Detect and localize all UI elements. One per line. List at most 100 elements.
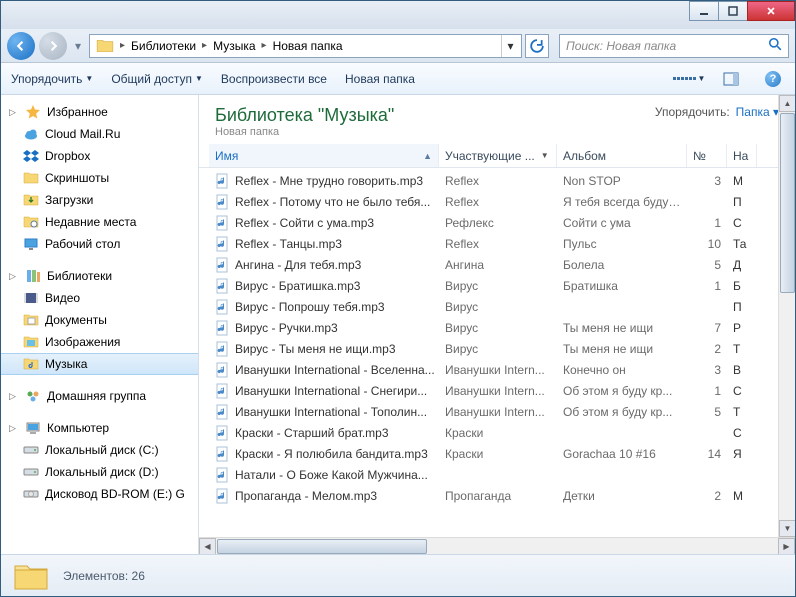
vertical-scrollbar[interactable]: ▲ ▼ xyxy=(778,95,795,537)
sidebar-libraries[interactable]: ▷ Библиотеки xyxy=(1,265,198,287)
file-row[interactable]: Reflex - Танцы.mp3ReflexПульс10Та xyxy=(209,233,785,254)
file-artist: Ангина xyxy=(439,258,557,272)
sidebar-item-bdrom[interactable]: Дисковод BD-ROM (E:) G xyxy=(1,483,198,505)
history-dropdown[interactable]: ▾ xyxy=(71,36,85,56)
sidebar-item-videos[interactable]: Видео xyxy=(1,287,198,309)
sidebar-homegroup[interactable]: ▷ Домашняя группа xyxy=(1,385,198,407)
file-name: Иванушки International - Снегири... xyxy=(209,383,439,399)
sidebar-item-pictures[interactable]: Изображения xyxy=(1,331,198,353)
address-dropdown[interactable]: ▾ xyxy=(501,35,519,57)
column-name[interactable]: Имя▲ xyxy=(209,144,439,167)
preview-pane-icon xyxy=(723,72,739,86)
sidebar-item-downloads[interactable]: Загрузки xyxy=(1,189,198,211)
scroll-right-button[interactable]: ▶ xyxy=(778,538,795,555)
content-pane: Библиотека "Музыка" Новая папка Упорядоч… xyxy=(199,95,795,554)
file-track-number: 1 xyxy=(687,279,727,293)
file-album: Конечно он xyxy=(557,363,687,377)
file-row[interactable]: Иванушки International - Тополин...Ивану… xyxy=(209,401,785,422)
file-row[interactable]: Краски - Я полюбила бандита.mp3КраскиGor… xyxy=(209,443,785,464)
scroll-thumb[interactable] xyxy=(217,539,427,554)
scroll-down-button[interactable]: ▼ xyxy=(779,520,795,537)
file-row[interactable]: Reflex - Мне трудно говорить.mp3ReflexNo… xyxy=(209,170,785,191)
breadcrumb[interactable]: Музыка xyxy=(209,35,259,57)
sidebar-item-cloudmail[interactable]: Cloud Mail.Ru xyxy=(1,123,198,145)
file-row[interactable]: Вирус - Ручки.mp3ВирусТы меня не ищи7Р xyxy=(209,317,785,338)
file-row[interactable]: Пропаганда - Мелом.mp3ПропагандаДетки2М xyxy=(209,485,785,506)
file-row[interactable]: Вирус - Братишка.mp3ВирусБратишка1Б xyxy=(209,275,785,296)
file-artist: Reflex xyxy=(439,195,557,209)
column-artist[interactable]: Участвующие ...▼ xyxy=(439,144,557,167)
music-icon xyxy=(23,356,39,372)
arrange-by-button[interactable]: Папка ▾ xyxy=(736,105,779,119)
sidebar-item-documents[interactable]: Документы xyxy=(1,309,198,331)
sidebar-computer[interactable]: ▷ Компьютер xyxy=(1,417,198,439)
file-title: Т xyxy=(727,342,757,356)
file-row[interactable]: Вирус - Ты меня не ищи.mp3ВирусТы меня н… xyxy=(209,338,785,359)
scroll-up-button[interactable]: ▲ xyxy=(779,95,795,112)
play-all-button[interactable]: Воспроизвести все xyxy=(221,72,327,86)
sidebar-item-screenshots[interactable]: Скриншоты xyxy=(1,167,198,189)
horizontal-scrollbar[interactable]: ◀ ▶ xyxy=(199,537,795,554)
titlebar xyxy=(1,1,795,29)
close-button[interactable] xyxy=(747,1,795,21)
refresh-button[interactable] xyxy=(525,34,549,58)
file-track-number: 3 xyxy=(687,174,727,188)
file-row[interactable]: Вирус - Попрошу тебя.mp3ВирусП xyxy=(209,296,785,317)
column-album[interactable]: Альбом xyxy=(557,144,687,167)
music-file-icon xyxy=(215,320,231,336)
scroll-thumb[interactable] xyxy=(780,113,795,293)
sidebar-item-drive-d[interactable]: Локальный диск (D:) xyxy=(1,461,198,483)
file-row[interactable]: Натали - О Боже Какой Мужчина... xyxy=(209,464,785,485)
file-row[interactable]: Reflex - Потому что не было тебя...Refle… xyxy=(209,191,785,212)
breadcrumb[interactable]: Библиотеки xyxy=(127,35,200,57)
scroll-left-button[interactable]: ◀ xyxy=(199,538,216,555)
cloud-icon xyxy=(23,126,39,142)
file-row[interactable]: Краски - Старший брат.mp3КраскиС xyxy=(209,422,785,443)
sidebar-item-music[interactable]: Музыка xyxy=(1,353,198,375)
sidebar-item-drive-c[interactable]: Локальный диск (C:) xyxy=(1,439,198,461)
column-title[interactable]: На xyxy=(727,144,757,167)
sidebar-favorites[interactable]: ▷ Избранное xyxy=(1,101,198,123)
file-row[interactable]: Reflex - Сойти с ума.mp3РефлексСойти с у… xyxy=(209,212,785,233)
file-artist: Рефлекс xyxy=(439,216,557,230)
libraries-icon xyxy=(25,268,41,284)
minimize-button[interactable] xyxy=(689,1,719,21)
file-track-number: 1 xyxy=(687,216,727,230)
organize-button[interactable]: Упорядочить ▼ xyxy=(11,72,93,86)
file-row[interactable]: Иванушки International - Вселенна...Иван… xyxy=(209,359,785,380)
pictures-icon xyxy=(23,334,39,350)
search-input[interactable]: Поиск: Новая папка xyxy=(559,34,789,58)
library-subtitle: Новая папка xyxy=(215,126,394,138)
homegroup-icon xyxy=(25,388,41,404)
file-name: Reflex - Сойти с ума.mp3 xyxy=(209,215,439,231)
back-button[interactable] xyxy=(7,32,35,60)
preview-pane-button[interactable] xyxy=(719,68,743,90)
file-name: Вирус - Попрошу тебя.mp3 xyxy=(209,299,439,315)
breadcrumb[interactable]: Новая папка xyxy=(269,35,347,57)
column-track-number[interactable]: № xyxy=(687,144,727,167)
file-track-number: 7 xyxy=(687,321,727,335)
file-title: М xyxy=(727,174,757,188)
disc-icon xyxy=(23,486,39,502)
file-title: Та xyxy=(727,237,757,251)
arrange-by-label: Упорядочить: xyxy=(655,105,730,119)
forward-button[interactable] xyxy=(39,32,67,60)
file-name: Иванушки International - Тополин... xyxy=(209,404,439,420)
sidebar-item-recent[interactable]: Недавние места xyxy=(1,211,198,233)
sidebar-item-dropbox[interactable]: Dropbox xyxy=(1,145,198,167)
file-row[interactable]: Ангина - Для тебя.mp3АнгинаБолела5Д xyxy=(209,254,785,275)
file-album: Ты меня не ищи xyxy=(557,342,687,356)
view-options-button[interactable]: ▼ xyxy=(677,68,701,90)
file-row[interactable]: Иванушки International - Снегири...Ивану… xyxy=(209,380,785,401)
file-title: С xyxy=(727,384,757,398)
computer-icon xyxy=(25,420,41,436)
file-artist: Краски xyxy=(439,426,557,440)
address-bar[interactable]: ▸ Библиотеки▸ Музыка▸ Новая папка ▾ xyxy=(89,34,522,58)
file-artist: Иванушки Intern... xyxy=(439,384,557,398)
sidebar-item-desktop[interactable]: Рабочий стол xyxy=(1,233,198,255)
file-artist: Вирус xyxy=(439,321,557,335)
help-button[interactable]: ? xyxy=(761,68,785,90)
new-folder-button[interactable]: Новая папка xyxy=(345,72,415,86)
maximize-button[interactable] xyxy=(718,1,748,21)
share-button[interactable]: Общий доступ ▼ xyxy=(111,72,203,86)
